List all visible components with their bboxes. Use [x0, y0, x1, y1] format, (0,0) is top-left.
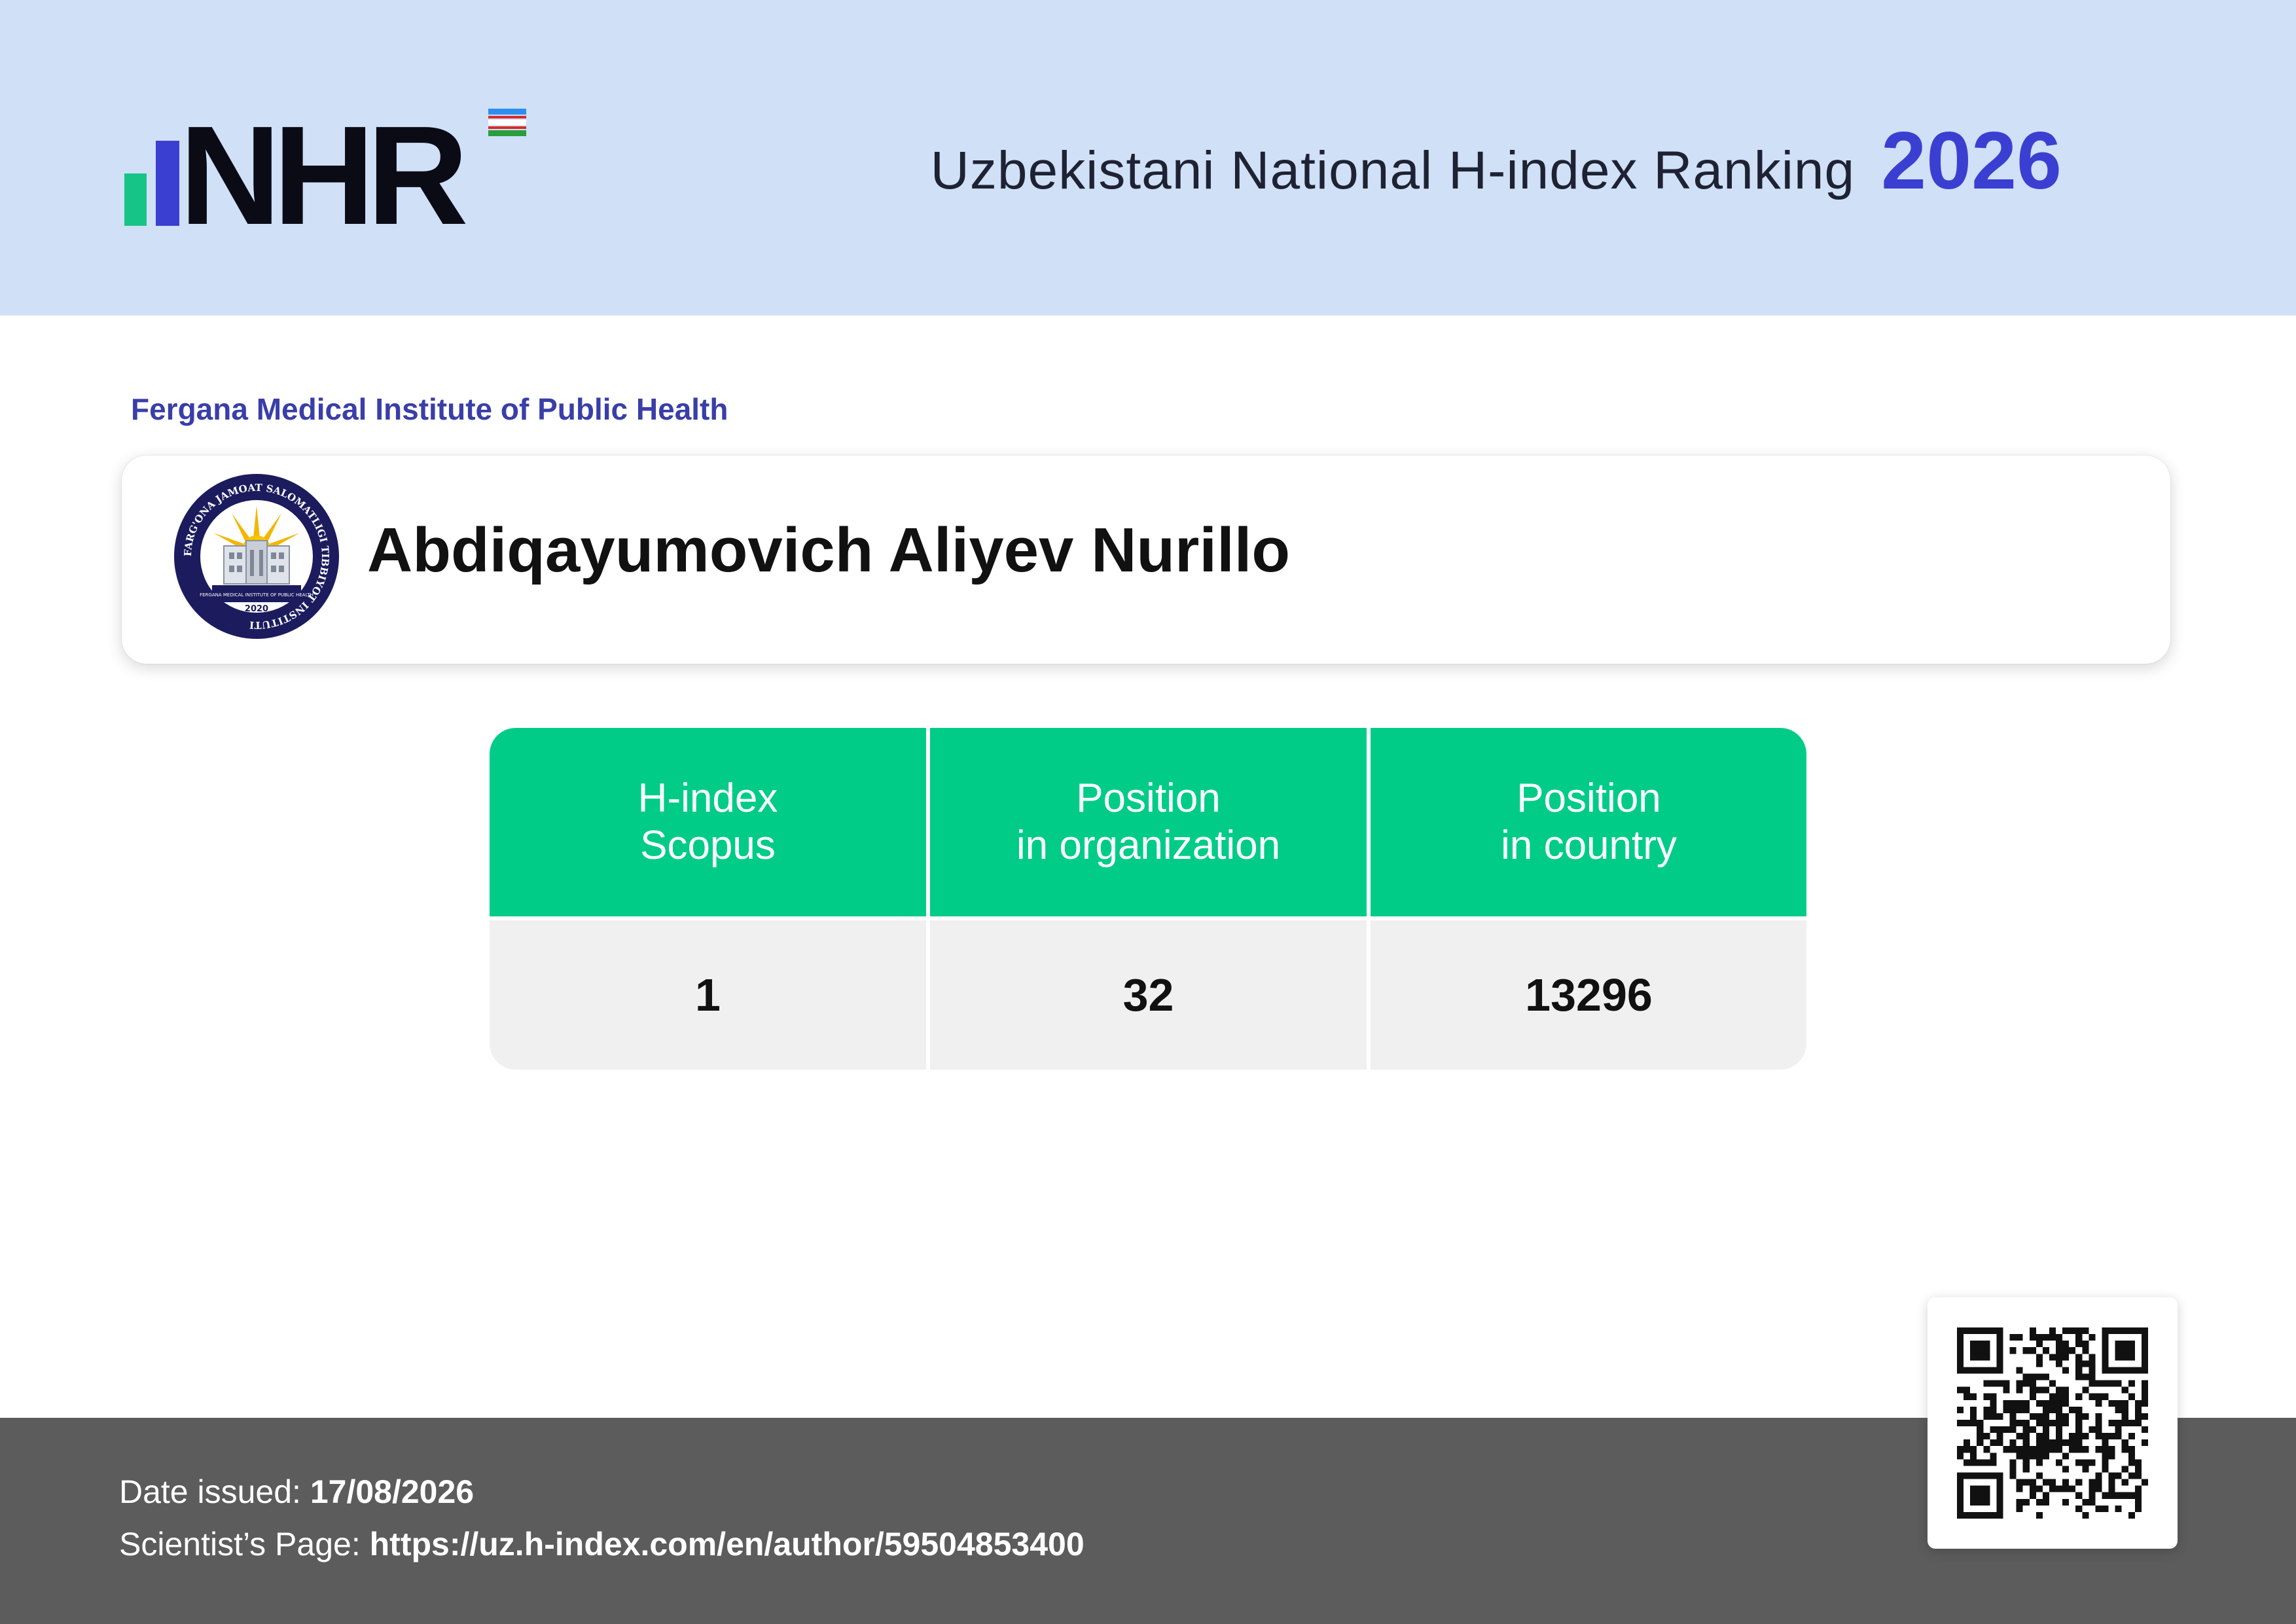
- nhr-logo: NHR: [123, 105, 542, 229]
- qr-code-card[interactable]: [1928, 1297, 2178, 1549]
- date-issued-value: 17/08/2026: [310, 1473, 475, 1510]
- svg-text:2020: 2020: [245, 604, 268, 614]
- scientist-page-link[interactable]: https://uz.h-index.com/en/author/5950485…: [370, 1526, 1085, 1562]
- institute-seal-icon: FARG'ONA JAMOAT SALOMATLIGI TIBBIYOT INS…: [173, 473, 340, 640]
- scientist-card: FARG'ONA JAMOAT SALOMATLIGI TIBBIYOT INS…: [122, 456, 2170, 664]
- header-banner: NHR Uzbekistani National H-index Ranking…: [0, 0, 2296, 316]
- organization-name: Fergana Medical Institute of Public Heal…: [131, 392, 728, 426]
- scientist-name: Abdiqayumovich Aliyev Nurillo: [367, 515, 1291, 585]
- date-issued: Date issued: 17/08/2026: [119, 1473, 475, 1510]
- stat-position-country: Position in country 13296: [1371, 728, 1806, 1070]
- qr-code-icon[interactable]: [1957, 1327, 2148, 1519]
- stat-hindex: H-index Scopus 1: [490, 728, 926, 1070]
- stat-value: 13296: [1371, 920, 1806, 1070]
- svg-text:NHR: NHR: [179, 105, 466, 229]
- ranking-title: Uzbekistani National H-index Ranking 202…: [931, 115, 2062, 208]
- stat-header: Position in organization: [930, 728, 1367, 916]
- svg-text:FERGANA MEDICAL INSTITUTE OF P: FERGANA MEDICAL INSTITUTE OF PUBLIC HEAL…: [200, 592, 314, 598]
- stat-value: 1: [490, 920, 926, 1070]
- stat-value: 32: [930, 920, 1367, 1070]
- stat-position-organization: Position in organization 32: [930, 728, 1367, 1070]
- stats-table: H-index Scopus 1 Position in organizatio…: [490, 728, 1806, 1070]
- scientist-page: Scientist’s Page: https://uz.h-index.com…: [119, 1526, 1085, 1562]
- stat-header: H-index Scopus: [490, 728, 926, 916]
- stat-header: Position in country: [1371, 728, 1806, 916]
- ranking-year: 2026: [1881, 116, 2062, 206]
- ranking-title-text: Uzbekistani National H-index Ranking: [930, 141, 1856, 200]
